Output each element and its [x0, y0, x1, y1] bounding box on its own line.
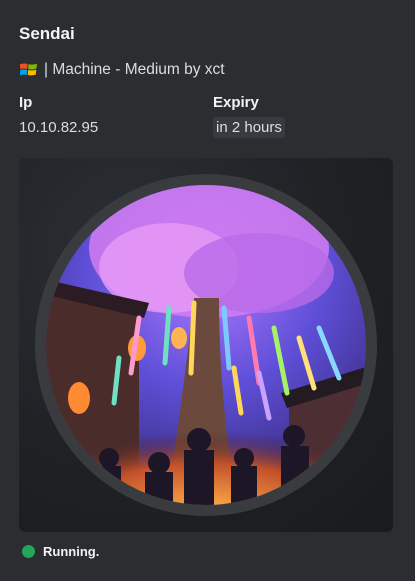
field-expiry-value: in 2 hours: [213, 117, 285, 138]
field-expiry-label: Expiry: [213, 94, 259, 111]
status-dot-icon: [22, 545, 35, 558]
field-ip-label: Ip: [19, 94, 33, 111]
machine-avatar-image[interactable]: [19, 158, 393, 532]
status-indicator: Running.: [22, 544, 99, 559]
status-text: Running.: [43, 544, 100, 559]
expiry-timestamp: in 2 hours: [213, 117, 285, 138]
embed-subtitle: | Machine - Medium by xct: [19, 60, 225, 79]
field-ip-value: 10.10.82.95: [19, 119, 99, 136]
embed-title: Sendai: [19, 24, 75, 43]
embed-image[interactable]: [19, 158, 393, 532]
embed-card: Sendai | Machine - Medium by xct Ip 10.1…: [0, 0, 415, 581]
machine-description: | Machine - Medium by xct: [44, 60, 225, 78]
windows-logo-icon: [19, 63, 38, 76]
